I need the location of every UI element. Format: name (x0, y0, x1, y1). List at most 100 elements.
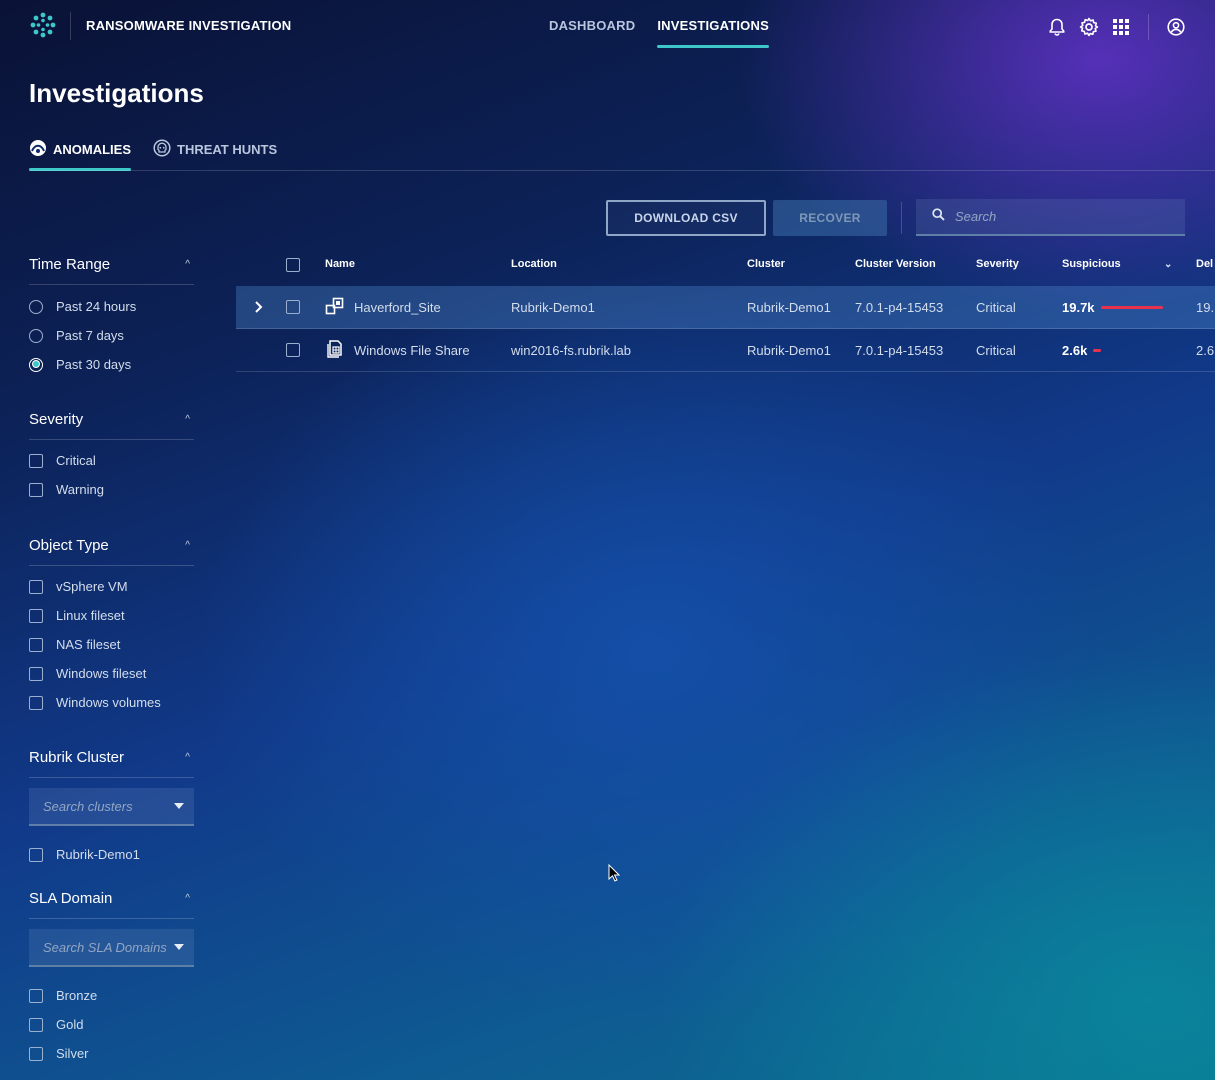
checkbox[interactable] (29, 988, 43, 1003)
checkbox-option[interactable]: Rubrik-Demo1 (29, 840, 194, 869)
checkbox[interactable] (29, 579, 43, 594)
radio-option[interactable]: Past 24 hours (29, 292, 194, 321)
tab-threat-hunts-label: THREAT HUNTS (177, 142, 278, 157)
option-label: Windows volumes (56, 695, 161, 710)
radio-button[interactable] (29, 299, 43, 314)
select-all-checkbox[interactable] (286, 258, 300, 272)
column-header-suspicious[interactable]: Suspicious (1062, 258, 1121, 270)
download-csv-button[interactable]: DOWNLOAD CSV (606, 200, 766, 236)
tab-threat-hunts[interactable]: THREAT HUNTS (153, 138, 277, 171)
anomalies-table: Name Location Cluster Cluster Version Se… (236, 244, 1215, 372)
expand-row-icon[interactable] (254, 300, 268, 317)
sort-descending-icon[interactable]: ⌄ (1164, 259, 1172, 270)
option-label: Critical (56, 453, 96, 468)
checkbox[interactable] (29, 482, 43, 497)
radio-button-selected[interactable] (29, 357, 43, 372)
column-header-cluster[interactable]: Cluster (747, 258, 785, 270)
checkbox[interactable] (286, 343, 300, 357)
option-label: Past 24 hours (56, 299, 137, 314)
checkbox[interactable] (29, 695, 43, 710)
top-icons (1036, 14, 1187, 40)
suspicious-bar (1093, 349, 1102, 352)
row-name: Haverford_Site (354, 300, 441, 315)
table-row[interactable]: Windows File Share win2016-fs.rubrik.lab… (236, 329, 1215, 372)
search-box[interactable] (916, 199, 1185, 236)
checkbox[interactable] (29, 637, 43, 652)
row-cluster-version: 7.0.1-p4-15453 (855, 300, 944, 315)
row-name-cell[interactable]: Haverford_Site (325, 296, 441, 319)
dropdown-placeholder: Search SLA Domains (43, 939, 167, 955)
checkbox[interactable] (29, 453, 43, 468)
row-name-cell[interactable]: Windows File Share (325, 339, 470, 362)
column-header-severity[interactable]: Severity (976, 258, 1019, 270)
tabs: ANOMALIES THREAT HUNTS (29, 138, 299, 171)
tabs-divider (29, 170, 1215, 171)
checkbox[interactable] (29, 608, 43, 623)
app-title: RANSOMWARE INVESTIGATION (86, 18, 292, 33)
checkbox-option[interactable]: Warning (29, 475, 194, 504)
search-icon (932, 207, 945, 226)
row-location: Rubrik-Demo1 (511, 300, 595, 315)
column-header-name[interactable]: Name (325, 258, 355, 270)
apps-grid-icon[interactable] (1110, 16, 1132, 38)
option-label: NAS fileset (56, 637, 121, 652)
filter-object-type-header[interactable]: Object Type ^ (29, 526, 194, 566)
filter-sla-domain-header[interactable]: SLA Domain ^ (29, 879, 194, 919)
checkbox-option[interactable]: Gold (29, 1010, 194, 1039)
column-header-location[interactable]: Location (511, 258, 557, 270)
table-row[interactable]: Haverford_Site Rubrik-Demo1 Rubrik-Demo1… (236, 286, 1215, 329)
option-label: Warning (56, 482, 104, 497)
search-input[interactable] (955, 209, 1175, 224)
column-header-cluster-version[interactable]: Cluster Version (855, 258, 936, 270)
radio-option[interactable]: Past 7 days (29, 321, 194, 350)
checkbox-option[interactable]: Bronze (29, 981, 194, 1010)
page-title: Investigations (29, 78, 204, 108)
search-sla-domains-dropdown[interactable]: Search SLA Domains (29, 929, 194, 967)
checkbox-option[interactable]: Linux fileset (29, 601, 194, 630)
checkbox-option[interactable]: NAS fileset (29, 630, 194, 659)
row-checkbox[interactable] (286, 300, 300, 314)
filter-severity-header[interactable]: Severity ^ (29, 400, 194, 440)
checkbox-option[interactable]: vSphere VM (29, 572, 194, 601)
user-account-icon[interactable] (1165, 16, 1187, 38)
row-suspicious-cell: 19.7k (1062, 300, 1163, 315)
bell-icon[interactable] (1046, 16, 1068, 38)
caret-down-icon (174, 803, 184, 809)
filter-title: SLA Domain (29, 890, 113, 907)
checkbox[interactable] (286, 258, 300, 272)
column-header-deleted[interactable]: Del (1196, 258, 1215, 270)
rubrik-logo-icon[interactable] (30, 12, 56, 38)
skull-icon (153, 139, 177, 160)
radio-button[interactable] (29, 328, 43, 343)
row-checkbox[interactable] (286, 343, 300, 357)
nav-dashboard[interactable]: DASHBOARD (549, 0, 635, 48)
checkbox-option[interactable]: Silver (29, 1039, 194, 1068)
filter-object-type: Object Type ^ vSphere VM Linux fileset N… (29, 526, 194, 717)
recover-button[interactable]: RECOVER (773, 200, 887, 236)
row-severity: Critical (976, 300, 1016, 315)
checkbox[interactable] (29, 666, 43, 681)
search-clusters-dropdown[interactable]: Search clusters (29, 788, 194, 826)
nav-investigations[interactable]: INVESTIGATIONS (657, 0, 769, 48)
gear-icon[interactable] (1078, 16, 1100, 38)
option-label: Silver (56, 1046, 89, 1061)
checkbox-option[interactable]: Windows volumes (29, 688, 194, 717)
logo-divider (70, 12, 71, 40)
checkbox[interactable] (29, 1046, 43, 1061)
table-header: Name Location Cluster Cluster Version Se… (236, 244, 1215, 286)
vm-icon (325, 296, 354, 319)
checkbox[interactable] (286, 300, 300, 314)
tab-anomalies[interactable]: ANOMALIES (29, 138, 131, 171)
filter-title: Rubrik Cluster (29, 749, 125, 766)
caret-down-icon (174, 944, 184, 950)
checkbox-option[interactable]: Windows fileset (29, 659, 194, 688)
radio-option[interactable]: Past 30 days (29, 350, 194, 379)
checkbox-option[interactable]: Critical (29, 446, 194, 475)
option-label: Windows fileset (56, 666, 147, 681)
checkbox[interactable] (29, 1017, 43, 1032)
checkbox[interactable] (29, 847, 43, 862)
icon-divider (1148, 14, 1149, 40)
filter-time-range-header[interactable]: Time Range ^ (29, 245, 194, 285)
dropdown-placeholder: Search clusters (43, 798, 133, 814)
filter-rubrik-cluster-header[interactable]: Rubrik Cluster ^ (29, 738, 194, 778)
